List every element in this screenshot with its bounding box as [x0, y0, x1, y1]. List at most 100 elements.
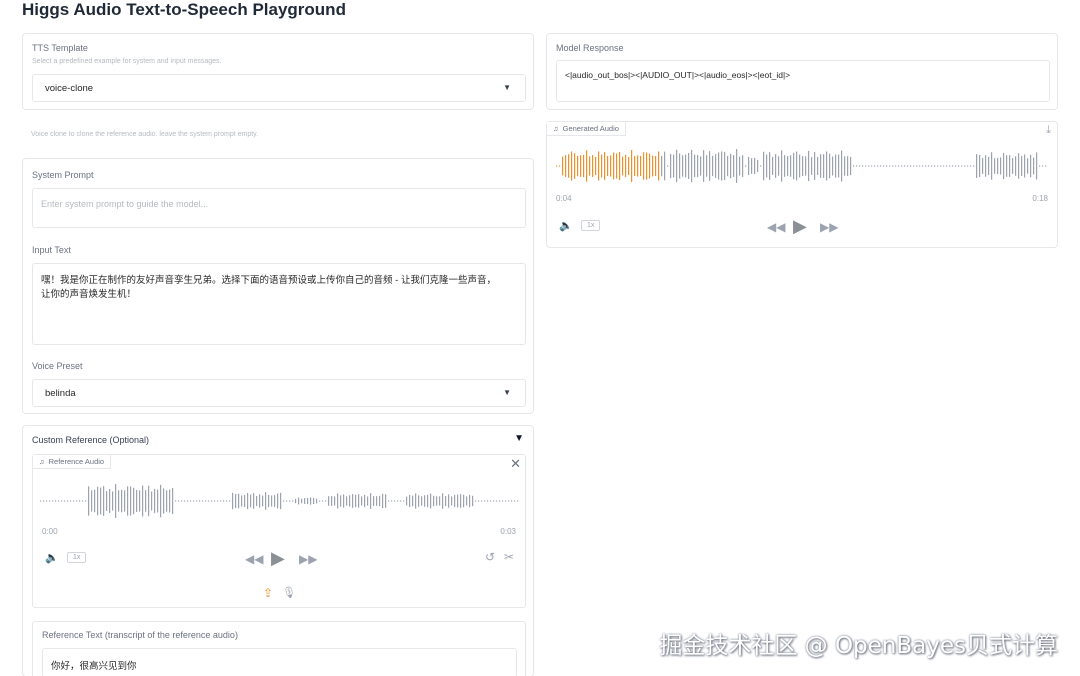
waveform-bar	[274, 494, 276, 508]
waveform-bar	[301, 498, 303, 504]
waveform-bar	[766, 154, 768, 178]
waveform-bar	[40, 500, 42, 502]
waveform-bar	[922, 165, 924, 167]
forward-icon[interactable]: ▶▶	[820, 220, 838, 234]
system-prompt-input[interactable]: Enter system prompt to guide the model..…	[32, 188, 526, 228]
waveform-bar	[808, 150, 810, 182]
waveform-bar	[874, 165, 876, 167]
undo-icon[interactable]: ↺	[485, 550, 495, 564]
generated-speed-button[interactable]: 1x	[581, 220, 601, 231]
waveform-bar	[79, 500, 81, 502]
waveform-bar	[679, 153, 681, 179]
waveform-bar	[349, 495, 351, 507]
waveform-bar	[406, 496, 408, 506]
waveform-bar	[85, 500, 87, 502]
rewind-icon[interactable]: ◀◀	[767, 220, 785, 234]
waveform-bar	[112, 491, 114, 511]
upload-icon[interactable]: ⇪	[263, 586, 273, 600]
waveform-bar	[316, 498, 318, 504]
waveform-bar	[484, 500, 486, 502]
input-panel: System Prompt Enter system prompt to gui…	[22, 158, 534, 414]
input-text-line-1: 嘿！我是你正在制作的友好声音孪生兄弟。选择下面的语音预设或上传你自己的音频 - …	[41, 275, 496, 286]
waveform-bar	[583, 154, 585, 178]
waveform-bar	[640, 156, 642, 176]
waveform-bar	[457, 494, 459, 508]
play-icon[interactable]: ▶	[271, 548, 285, 569]
reference-text-input[interactable]: 你好，很高兴见到你	[42, 648, 517, 676]
waveform-bar	[706, 155, 708, 177]
waveform-bar	[964, 165, 966, 167]
close-icon[interactable]: ✕	[510, 456, 521, 472]
waveform-bar	[469, 494, 471, 508]
reference-waveform[interactable]	[40, 481, 520, 521]
waveform-bar	[979, 155, 981, 177]
tts-template-dropdown[interactable]: voice-clone ▼	[32, 74, 526, 102]
waveform-bar	[652, 155, 654, 177]
waveform-bar	[82, 500, 84, 502]
waveform-bar	[310, 497, 312, 505]
waveform-bar	[733, 155, 735, 177]
waveform-bar	[688, 152, 690, 180]
volume-icon[interactable]: 🔈	[45, 551, 59, 564]
waveform-bar	[592, 155, 594, 177]
waveform-bar	[883, 165, 885, 167]
waveform-bar	[802, 156, 804, 176]
tts-template-panel: TTS Template Select a predefined example…	[22, 33, 534, 110]
download-icon[interactable]: ⤓	[1046, 124, 1051, 137]
waveform-bar	[340, 495, 342, 507]
scissors-icon[interactable]: ✂	[504, 550, 514, 564]
waveform-bar	[73, 500, 75, 502]
waveform-bar	[769, 152, 771, 180]
waveform-bar	[913, 165, 915, 167]
waveform-bar	[322, 500, 324, 502]
waveform-bar	[598, 151, 600, 181]
waveform-bar	[502, 500, 504, 502]
forward-icon[interactable]: ▶▶	[299, 552, 317, 566]
waveform-bar	[475, 500, 477, 502]
voice-clone-note: Voice clone to clone the reference audio…	[31, 131, 259, 138]
collapse-toggle-icon[interactable]: ▼	[514, 433, 524, 444]
waveform-bar	[622, 156, 624, 176]
waveform-bar	[481, 500, 483, 502]
waveform-bar	[181, 500, 183, 502]
waveform-bar	[976, 154, 978, 178]
voice-preset-dropdown[interactable]: belinda ▼	[32, 379, 526, 407]
waveform-bar	[52, 500, 54, 502]
custom-reference-header[interactable]: Custom Reference (Optional) ▼	[23, 426, 533, 452]
reference-audio-player: ♫ Reference Audio ✕ 0:00 0:03 🔈 1x ◀◀ ▶ …	[32, 454, 526, 608]
waveform-bar	[937, 165, 939, 167]
waveform-bar	[1003, 152, 1005, 180]
input-text-field[interactable]: 嘿！我是你正在制作的友好声音孪生兄弟。选择下面的语音预设或上传你自己的音频 - …	[32, 263, 526, 345]
waveform-bar	[331, 496, 333, 506]
waveform-bar	[499, 500, 501, 502]
waveform-bar	[439, 496, 441, 506]
waveform-bar	[412, 495, 414, 507]
model-response-field[interactable]: <|audio_out_bos|><|AUDIO_OUT|><|audio_eo…	[556, 60, 1050, 102]
waveform-bar	[916, 165, 918, 167]
waveform-bar	[106, 491, 108, 511]
waveform-bar	[139, 490, 141, 512]
waveform-bar	[664, 151, 666, 181]
volume-icon[interactable]: 🔈	[559, 219, 573, 232]
waveform-bar	[739, 156, 741, 176]
reference-speed-button[interactable]: 1x	[67, 552, 87, 563]
waveform-bar	[418, 495, 420, 507]
waveform-bar	[661, 155, 663, 177]
waveform-bar	[334, 496, 336, 506]
waveform-bar	[988, 156, 990, 176]
waveform-bar	[856, 165, 858, 167]
waveform-bar	[1045, 165, 1047, 167]
waveform-bar	[280, 492, 282, 510]
waveform-bar	[505, 500, 507, 502]
generated-waveform[interactable]	[556, 146, 1048, 186]
rewind-icon[interactable]: ◀◀	[245, 552, 263, 566]
waveform-bar	[436, 496, 438, 506]
waveform-bar	[994, 158, 996, 174]
custom-reference-panel: Custom Reference (Optional) ▼ ♫ Referenc…	[22, 425, 534, 676]
waveform-bar	[511, 500, 513, 502]
waveform-bar	[748, 156, 750, 176]
waveform-bar	[736, 149, 738, 183]
play-icon[interactable]: ▶	[793, 216, 807, 237]
waveform-bar	[574, 153, 576, 179]
microphone-icon[interactable]: 🎙	[282, 586, 296, 599]
